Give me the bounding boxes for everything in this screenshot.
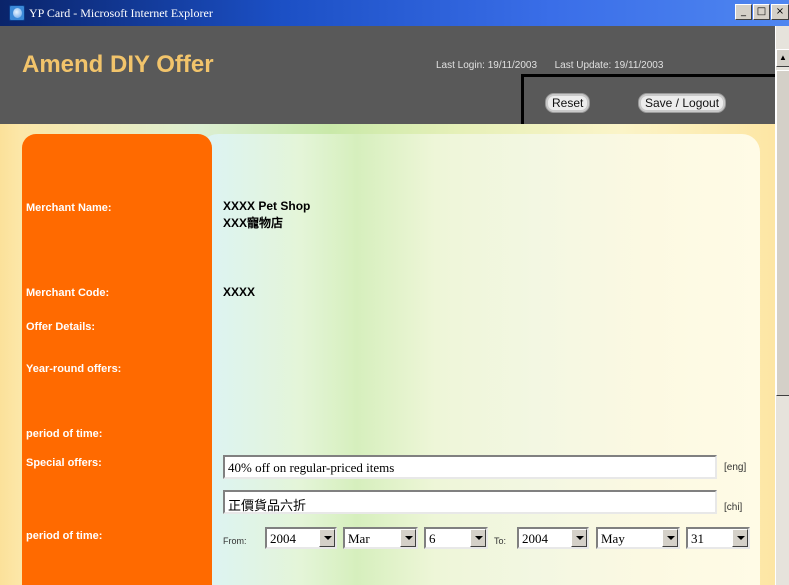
- to-month-value: May: [601, 531, 625, 546]
- reset-button[interactable]: Reset: [545, 93, 591, 113]
- merchant-name-chi: XXX寵物店: [223, 216, 284, 230]
- chevron-down-icon[interactable]: [319, 529, 335, 547]
- year-round-offers-label: Year-round offers:: [26, 363, 122, 375]
- special-offers-label: Special offers:: [26, 457, 102, 469]
- vertical-scrollbar[interactable]: ▲: [775, 26, 789, 585]
- from-year-select[interactable]: 2004: [265, 527, 337, 549]
- close-button[interactable]: ×: [771, 4, 789, 20]
- from-label: From:: [223, 536, 247, 546]
- save-logout-button[interactable]: Save / Logout: [638, 93, 727, 113]
- to-day-value: 31: [691, 531, 704, 546]
- to-month-select[interactable]: May: [596, 527, 680, 549]
- from-day-select[interactable]: 6: [424, 527, 488, 549]
- to-day-select[interactable]: 31: [686, 527, 750, 549]
- to-year-value: 2004: [522, 531, 548, 546]
- maximize-button[interactable]: □: [753, 4, 770, 20]
- to-label: To:: [494, 536, 507, 546]
- chevron-down-icon[interactable]: [400, 529, 416, 547]
- last-update-label: Last Update:: [554, 60, 612, 71]
- window-title: YP Card - Microsoft Internet Explorer: [29, 6, 213, 20]
- chi-language-tag: [chi]: [724, 502, 743, 513]
- window-title-bar: YP Card - Microsoft Internet Explorer _ …: [0, 0, 789, 26]
- from-month-select[interactable]: Mar: [343, 527, 418, 549]
- from-year-value: 2004: [270, 531, 296, 546]
- chevron-down-icon[interactable]: [732, 529, 748, 547]
- to-year-select[interactable]: 2004: [517, 527, 589, 549]
- login-info: Last Login: 19/11/2003 Last Update: 19/1…: [436, 60, 663, 71]
- scroll-up-arrow-icon[interactable]: ▲: [776, 49, 789, 67]
- chevron-down-icon[interactable]: [571, 529, 587, 547]
- chevron-down-icon[interactable]: [470, 529, 486, 547]
- from-day-value: 6: [429, 531, 436, 546]
- page-title: Amend DIY Offer: [22, 51, 214, 78]
- merchant-name-label: Merchant Name:: [26, 202, 112, 214]
- merchant-code-value: XXXX: [223, 285, 256, 299]
- scroll-thumb[interactable]: [776, 70, 789, 396]
- chevron-down-icon[interactable]: [662, 529, 678, 547]
- last-update-value: 19/11/2003: [614, 60, 664, 71]
- from-month-value: Mar: [348, 531, 370, 546]
- special-offer-eng-input[interactable]: 40% off on regular-priced items: [223, 455, 717, 479]
- special-period-of-time-label: period of time:: [26, 530, 103, 542]
- last-login-label: Last Login:: [436, 60, 485, 71]
- internet-explorer-icon: [9, 5, 25, 21]
- offer-details-label: Offer Details:: [26, 321, 96, 333]
- minimize-button[interactable]: _: [735, 4, 752, 20]
- merchant-name-eng: XXXX Pet Shop: [223, 199, 311, 213]
- period-of-time-label: period of time:: [26, 428, 103, 440]
- eng-language-tag: [eng]: [724, 462, 747, 473]
- last-login-value: 19/11/2003: [487, 60, 538, 71]
- page-body: [0, 124, 775, 585]
- special-offer-chi-input[interactable]: 正價貨品六折: [223, 490, 717, 514]
- merchant-code-label: Merchant Code:: [26, 287, 110, 299]
